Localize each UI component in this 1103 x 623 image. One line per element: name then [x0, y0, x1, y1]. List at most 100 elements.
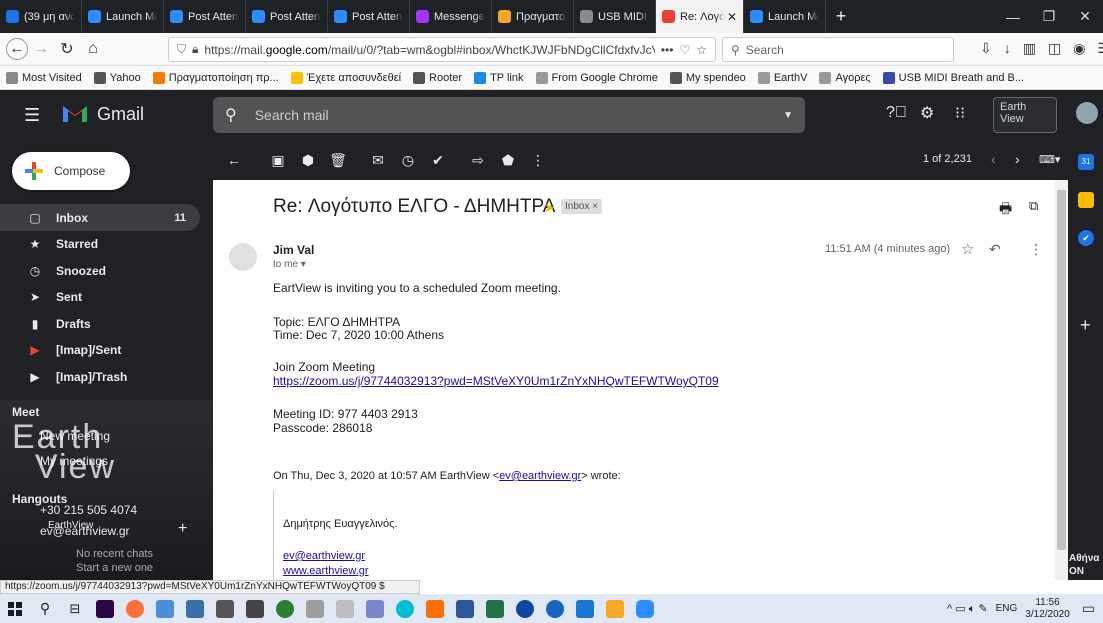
- scrollbar-thumb[interactable]: [1057, 190, 1066, 550]
- mark-unread-icon[interactable]: ✉: [365, 147, 391, 173]
- bookmark-item[interactable]: EarthV: [757, 71, 807, 84]
- apps-grid-icon[interactable]: ⁝⁝: [955, 103, 965, 123]
- zoom-join-link[interactable]: https://zoom.us/j/97744032913?pwd=MStVeX…: [273, 374, 719, 388]
- newer-icon[interactable]: ‹: [991, 151, 996, 167]
- quote-website-link[interactable]: www.earthview.gr: [283, 565, 369, 577]
- app-icon-5[interactable]: [150, 594, 180, 623]
- bookmark-item[interactable]: My spendeo: [669, 71, 746, 84]
- report-spam-icon[interactable]: ⬢: [295, 147, 321, 173]
- bookmark-star-icon[interactable]: ☆: [696, 43, 707, 57]
- recipient-line[interactable]: to me ▾: [273, 259, 306, 270]
- app-icon-13[interactable]: [390, 594, 420, 623]
- app-icon-6[interactable]: [180, 594, 210, 623]
- search-icon[interactable]: ⚲: [225, 105, 237, 125]
- taskbar-clock[interactable]: 11:56 3/12/2020: [1025, 597, 1070, 621]
- avatar[interactable]: [1076, 102, 1098, 124]
- home-icon[interactable]: ⌂: [80, 36, 106, 62]
- bookmark-item[interactable]: From Google Chrome: [535, 71, 658, 84]
- older-icon[interactable]: ›: [1015, 151, 1020, 167]
- task-view-icon[interactable]: ⊟: [60, 594, 90, 623]
- message-scrollbar[interactable]: [1055, 180, 1068, 580]
- mail-search-input[interactable]: ⚲ Search mail ▼: [213, 97, 805, 133]
- notifications-icon[interactable]: ▭: [1082, 600, 1095, 617]
- sidebar-item-starred[interactable]: ★ Starred: [0, 231, 200, 258]
- labels-icon[interactable]: ⬟: [495, 147, 521, 173]
- more-icon[interactable]: ⋮: [525, 147, 551, 173]
- settings-gear-icon[interactable]: ⚙: [920, 103, 934, 123]
- main-menu-icon[interactable]: ☰: [24, 105, 40, 126]
- download-icon[interactable]: ↓: [1004, 40, 1011, 57]
- move-to-icon[interactable]: ⇨: [465, 147, 491, 173]
- importance-marker-icon[interactable]: ➤: [544, 200, 555, 216]
- sidebar-item-sent[interactable]: ➤ Sent: [0, 284, 200, 311]
- quote-email-link[interactable]: ev@earthview.gr: [499, 470, 581, 482]
- minimize-button[interactable]: —: [995, 0, 1031, 33]
- add-task-icon[interactable]: ✔: [425, 147, 451, 173]
- zoom-icon[interactable]: [630, 594, 660, 623]
- add-chat-icon[interactable]: +: [178, 520, 187, 538]
- browser-tab[interactable]: (39 μη αναγνωσμένα): [0, 0, 82, 33]
- app-icon-9[interactable]: [270, 594, 300, 623]
- sidebar-item-inbox[interactable]: ▢ Inbox 11: [0, 204, 200, 231]
- menu-icon[interactable]: ☰: [1097, 40, 1103, 57]
- get-addons-icon[interactable]: +: [1080, 315, 1091, 336]
- quote-email-sig-link[interactable]: ev@earthview.gr: [283, 550, 365, 562]
- browser-tab[interactable]: Πραγματοποίηση: [492, 0, 574, 33]
- sidebar-item-imap-sent[interactable]: ▶ [Imap]/Sent: [0, 337, 200, 364]
- sidebar-icon[interactable]: ◫: [1048, 40, 1061, 57]
- bookmark-item[interactable]: Rooter: [413, 71, 462, 84]
- browser-tab[interactable]: Launch Meeting: [744, 0, 826, 33]
- calendar-icon[interactable]: 31: [1078, 154, 1094, 170]
- language-indicator[interactable]: ENG: [996, 603, 1018, 614]
- keep-icon[interactable]: [1078, 192, 1094, 208]
- bookmark-item[interactable]: Έχετε αποσυνδεθεί: [290, 71, 401, 84]
- message-more-icon[interactable]: ⋮: [1029, 241, 1043, 258]
- bookmark-item[interactable]: Πραγματοποίηση πρ...: [152, 71, 279, 84]
- windows-start-icon[interactable]: [0, 594, 30, 623]
- start-chat-link[interactable]: Start a new one: [76, 562, 153, 574]
- browser-tab[interactable]: Re: Λογότυπο✕: [656, 0, 744, 33]
- maximize-button[interactable]: ❐: [1031, 0, 1067, 33]
- reply-icon[interactable]: ↶: [989, 241, 1001, 258]
- sender-name[interactable]: Jim Val: [273, 243, 314, 257]
- taskbar-search-icon[interactable]: ⚲: [30, 594, 60, 623]
- help-icon[interactable]: ?⃝: [886, 104, 907, 122]
- app-icon-14[interactable]: [420, 594, 450, 623]
- account-switcher[interactable]: Earth View: [993, 97, 1057, 133]
- excel-icon[interactable]: [480, 594, 510, 623]
- forward-icon[interactable]: →: [28, 36, 54, 62]
- app-icon-19[interactable]: [570, 594, 600, 623]
- word-icon[interactable]: [450, 594, 480, 623]
- close-window-button[interactable]: ✕: [1067, 0, 1103, 33]
- compose-button[interactable]: Compose: [12, 152, 130, 190]
- browser-tab[interactable]: Post Attendee: [246, 0, 328, 33]
- archive-icon[interactable]: ▣: [265, 147, 291, 173]
- calculator-icon[interactable]: [210, 594, 240, 623]
- bookmark-item[interactable]: Yahoo: [93, 71, 141, 84]
- sidebar-item-snoozed[interactable]: ◷ Snoozed: [0, 257, 200, 284]
- account-icon[interactable]: ◉: [1073, 40, 1085, 57]
- app-icon-11[interactable]: [330, 594, 360, 623]
- browser-tab[interactable]: Messenger: [410, 0, 492, 33]
- close-tab-icon[interactable]: ✕: [727, 10, 737, 24]
- help-app-icon[interactable]: [540, 594, 570, 623]
- firefox-icon[interactable]: [120, 594, 150, 623]
- bookmark-item[interactable]: USB MIDI Breath and B...: [882, 71, 1024, 84]
- malwarebytes-icon[interactable]: [510, 594, 540, 623]
- input-tools-icon[interactable]: ⌨▾: [1039, 153, 1060, 166]
- print-icon[interactable]: 🖶︎: [999, 198, 1012, 222]
- library-icon[interactable]: ⇩: [980, 40, 992, 57]
- sidebar-item-imap-trash[interactable]: ▶ [Imap]/Trash: [0, 363, 200, 390]
- inbox-label-chip[interactable]: Inbox ×: [561, 199, 603, 214]
- app-icon-8[interactable]: [240, 594, 270, 623]
- gmail-logo-icon[interactable]: [62, 103, 88, 123]
- url-bar[interactable]: ⛉ 🔒︎ https://mail.google.com/mail/u/0/?t…: [168, 37, 716, 62]
- open-new-window-icon[interactable]: ⧉: [1029, 198, 1038, 214]
- browser-tab[interactable]: Post Attendee: [164, 0, 246, 33]
- bookmark-item[interactable]: Αγορες: [819, 71, 871, 84]
- back-to-inbox-icon[interactable]: ←: [221, 147, 247, 173]
- app-icon-10[interactable]: [300, 594, 330, 623]
- bookmark-item[interactable]: Most Visited: [6, 71, 82, 84]
- browser-tab[interactable]: Launch Meeting: [82, 0, 164, 33]
- tasks-icon[interactable]: ✔: [1078, 230, 1094, 246]
